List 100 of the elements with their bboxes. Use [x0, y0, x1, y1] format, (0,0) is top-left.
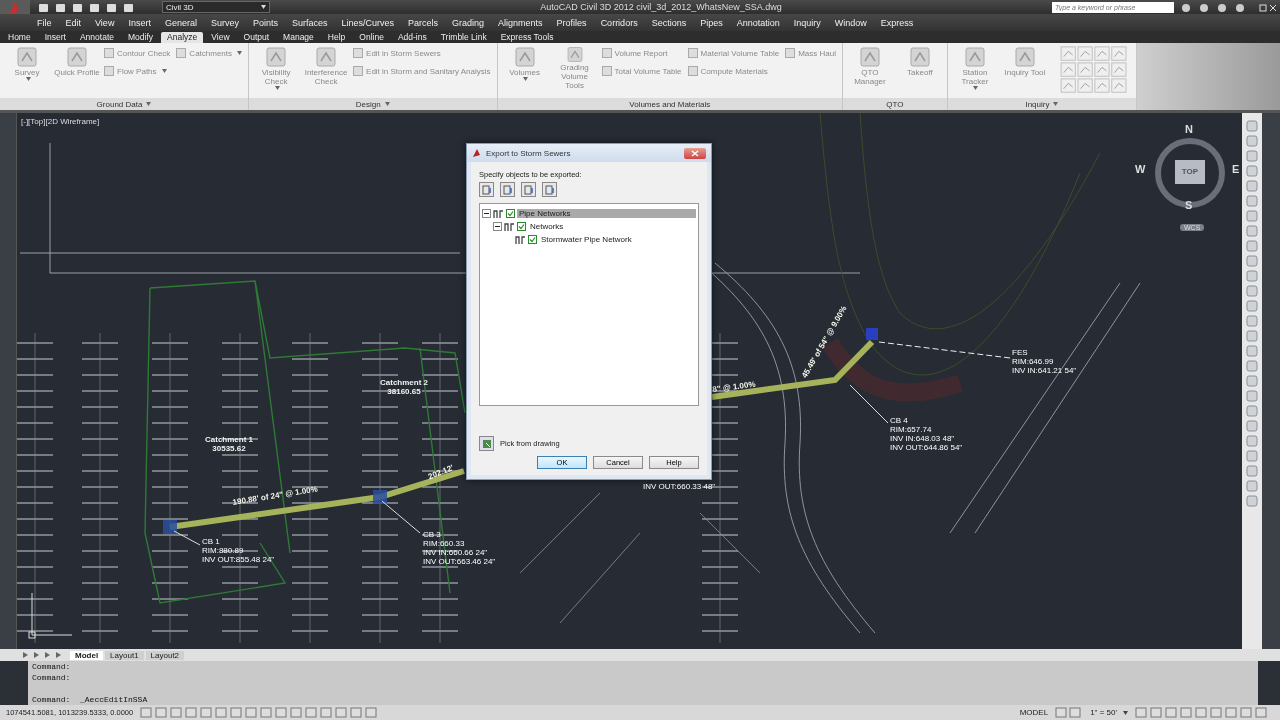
tree-item[interactable]: Networks [528, 222, 566, 231]
menu-item[interactable]: Profiles [556, 17, 587, 28]
caret-icon [1053, 102, 1059, 106]
tree-item[interactable]: Pipe Networks [517, 209, 696, 218]
ribbon-tab[interactable]: Trimble Link [434, 32, 493, 43]
ribbon-tab[interactable]: Help [321, 32, 352, 43]
menu-item[interactable]: Insert [128, 17, 151, 28]
menu-item[interactable]: Alignments [498, 17, 543, 28]
ribbon-tab[interactable]: Insert [38, 32, 72, 43]
menu-item[interactable]: Window [834, 17, 867, 28]
pipe-network-icon [493, 208, 504, 219]
catchment-label: Catchment 1 30535.62 [205, 435, 253, 453]
leader-line [849, 384, 889, 424]
tree-tool-button[interactable] [479, 182, 494, 197]
close-icon [691, 149, 699, 157]
list-icon [523, 184, 534, 195]
tree-item[interactable]: Stormwater Pipe Network [539, 235, 634, 244]
menu-item[interactable]: Corridors [600, 17, 638, 28]
structure-label: CB 1 RIM:880.89 INV OUT:855.48 24" [202, 537, 275, 564]
leader-line [173, 530, 201, 546]
ribbon-tab[interactable]: Modify [122, 32, 160, 43]
catchment-label: Catchment 2 38160.65 [380, 378, 428, 396]
pipe-network-icon [504, 221, 515, 232]
ribbon-tab[interactable]: Express Tools [494, 32, 560, 43]
pick-button[interactable] [479, 436, 494, 451]
checkbox[interactable] [517, 222, 526, 231]
menu-item[interactable]: Surfaces [291, 17, 328, 28]
menu-item[interactable]: Survey [210, 17, 239, 28]
ribbon-tab[interactable]: Analyze [161, 32, 204, 43]
panel-title[interactable]: Volumes and Materials [497, 98, 842, 110]
collapse-toggle[interactable] [482, 209, 491, 218]
pipe-label: 190.88' of 24" @ 1.00% [232, 484, 319, 507]
tool-icon [962, 46, 987, 68]
model-space-button[interactable]: MODEL [1019, 708, 1049, 717]
layout-tab[interactable]: Layout2 [145, 650, 185, 660]
tool-icon [687, 48, 698, 58]
tool-icon [353, 48, 364, 58]
structure-label: CB 3 RIM:660.33 INV IN:660.66 24" INV OUT:663.46 24" [423, 530, 496, 566]
ribbon-tab[interactable]: View [205, 32, 236, 43]
viewport-label[interactable]: [-][Top][2D Wireframe] [21, 117, 100, 126]
pipe-network-icon [515, 234, 526, 245]
layout-tab[interactable]: Layout1 [105, 650, 144, 660]
layout-tab[interactable]: Model [70, 650, 104, 660]
tree-tool-button[interactable] [521, 182, 536, 197]
ribbon-tab[interactable]: Add-ins [391, 32, 433, 43]
tool-icon [65, 46, 89, 68]
command-line: Command: _AeccEditInSSA [32, 694, 149, 705]
caret-icon [384, 102, 390, 106]
menu-item[interactable]: File [37, 17, 52, 28]
compass-west[interactable]: W [1135, 163, 1146, 175]
view-cube[interactable]: TOP [1175, 160, 1205, 184]
menu-item[interactable]: Pipes [700, 17, 723, 28]
menu-item[interactable]: View [95, 17, 115, 28]
list-icon [481, 184, 492, 195]
caret-icon [973, 86, 979, 90]
app-logo [10, 1, 20, 13]
tool-icon [353, 66, 364, 76]
ribbon-tab[interactable]: Manage [277, 32, 320, 43]
caret-icon [1123, 710, 1128, 715]
structure-marker [373, 490, 387, 504]
menu-item[interactable]: Express [880, 17, 914, 28]
annotation-scale[interactable]: 1" = 50' [1090, 708, 1117, 717]
structure-marker [163, 520, 177, 534]
panel-title[interactable]: Ground Data [0, 98, 249, 110]
menu-item[interactable]: Annotation [736, 17, 780, 28]
dialog-title: Export to Storm Sewers [486, 148, 572, 158]
leader-line [381, 500, 421, 534]
menu-item[interactable]: Lines/Curves [341, 17, 395, 28]
caret-icon [146, 102, 152, 106]
compass-north[interactable]: N [1185, 123, 1193, 135]
ribbon-tab[interactable]: Online [353, 32, 390, 43]
menu-item[interactable]: Points [252, 17, 278, 28]
close-button[interactable] [684, 147, 706, 159]
workspace-dropdown[interactable]: Civil 3D [162, 1, 270, 13]
tool-icon [176, 48, 187, 58]
compass-south[interactable]: S [1185, 199, 1193, 211]
menu-item[interactable]: Edit [65, 17, 82, 28]
ribbon-tab[interactable]: Home [2, 32, 37, 43]
compass-east[interactable]: E [1232, 163, 1240, 175]
checkbox[interactable] [528, 235, 537, 244]
menu-item[interactable]: Sections [651, 17, 687, 28]
panel-title[interactable]: Design [249, 98, 497, 110]
tool-icon [687, 66, 698, 76]
tool-icon [857, 46, 882, 68]
pipe-label: 8" @ 1.00% [712, 379, 756, 394]
tree-tool-button[interactable] [500, 182, 515, 197]
checkbox[interactable] [506, 209, 515, 218]
tree-tool-button[interactable] [542, 182, 557, 197]
menu-item[interactable]: Inquiry [793, 17, 821, 28]
menu-item[interactable]: General [164, 17, 197, 28]
ribbon-tab[interactable]: Annotate [73, 32, 120, 43]
menu-item[interactable]: Parcels [408, 17, 439, 28]
list-icon [502, 184, 513, 195]
menu-item[interactable]: Grading [452, 17, 485, 28]
collapse-toggle[interactable] [493, 222, 502, 231]
panel-title[interactable]: Inquiry [947, 98, 1136, 110]
tool-icon [601, 66, 612, 76]
panel-title[interactable]: QTO [842, 98, 947, 110]
tool-icon [1012, 46, 1037, 68]
ribbon-tab[interactable]: Output [237, 32, 276, 43]
